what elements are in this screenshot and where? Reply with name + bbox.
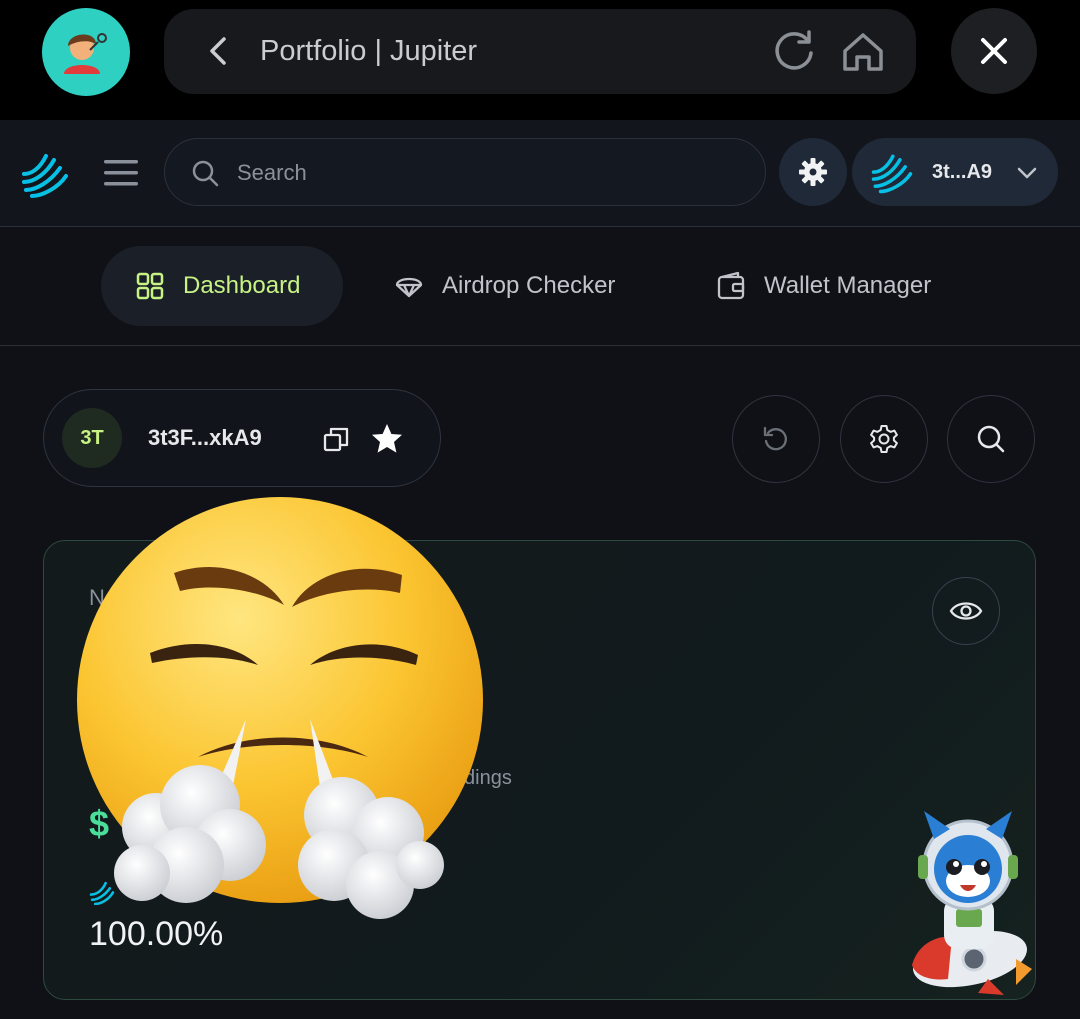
close-button[interactable] [951,8,1037,94]
app-header: 3t...A9 [0,120,1080,227]
wallet-address-short: 3t...A9 [932,161,993,183]
person-haircut-icon [64,33,107,74]
search-bar[interactable] [164,138,766,207]
toggle-visibility-button[interactable] [932,577,1000,645]
grid-icon [136,272,164,300]
search-icon [977,425,1005,453]
tab-airdrop-checker[interactable]: Airdrop Checker [394,246,615,326]
tab-wallet-manager[interactable]: Wallet Manager [716,246,931,326]
tab-label: Dashboard [183,272,301,299]
settings-button[interactable] [779,138,847,206]
wallet-dropdown-button[interactable]: 3t...A9 [852,138,1058,206]
wallet-address: 3t3F...xkA9 [148,425,262,450]
address-avatar: 3T [62,408,122,468]
astronaut-cat-rocket-sticker [912,811,1032,995]
copy-icon[interactable] [322,426,350,454]
search-wallet-button[interactable] [947,395,1035,483]
undo-refresh-icon [763,426,787,451]
home-icon[interactable] [840,29,886,75]
nav-tabs: Dashboard Airdrop Checker Wallet Manager [0,227,1080,346]
gear-icon [799,158,827,186]
browser-toolbar: Portfolio | Jupiter [0,0,1080,120]
chevron-down-icon [1017,167,1037,179]
tab-dashboard[interactable]: Dashboard [101,246,343,326]
search-input[interactable] [235,139,739,207]
portfolio-settings-button[interactable] [840,395,928,483]
angry-face-emoji-sticker [77,497,483,919]
page-title: Portfolio | Jupiter [260,35,478,67]
parachute-icon [395,277,423,298]
url-bar[interactable]: Portfolio | Jupiter [164,9,916,94]
profile-avatar[interactable] [42,8,130,96]
wallet-logo-icon [871,154,913,194]
wallet-icon [717,271,745,300]
wallet-address-pill: 3T 3t3F...xkA9 [43,389,441,487]
search-icon [192,160,219,187]
gear-outline-icon [870,425,898,453]
tab-label: Airdrop Checker [442,272,616,299]
refresh-button[interactable] [732,395,820,483]
jupiter-logo-icon[interactable] [20,150,70,200]
close-icon [981,38,1007,64]
reload-icon[interactable] [770,27,818,75]
tab-label: Wallet Manager [764,272,932,299]
eye-icon [949,602,983,620]
back-icon[interactable] [200,33,236,69]
star-icon[interactable] [370,422,404,456]
menu-icon[interactable] [102,158,140,188]
